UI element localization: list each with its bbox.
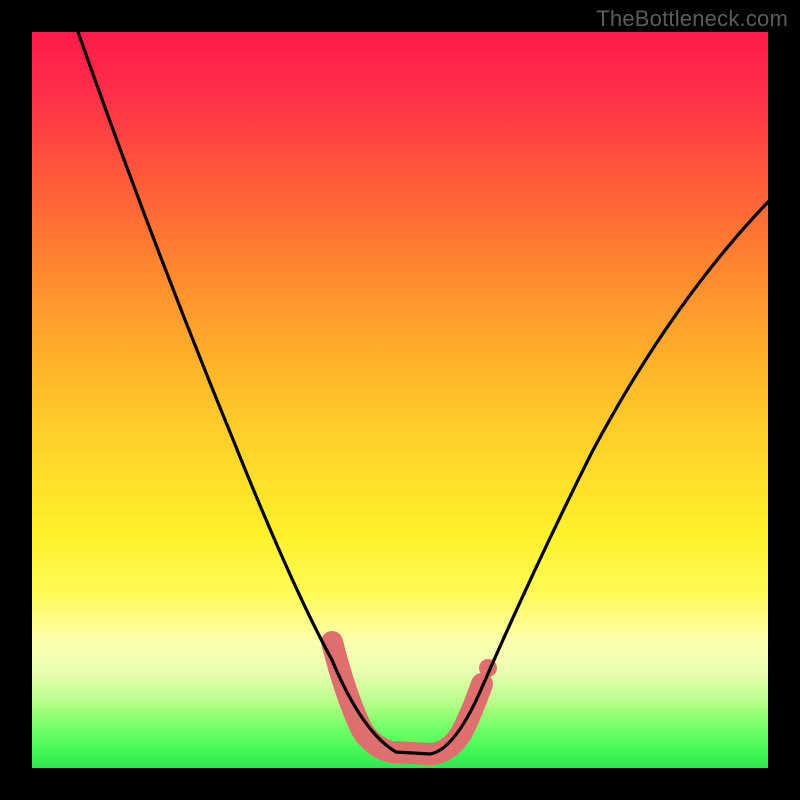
curve-layer	[32, 32, 768, 768]
watermark-text: TheBottleneck.com	[596, 6, 788, 32]
plot-area	[32, 32, 768, 768]
optimal-range-marker	[332, 642, 482, 754]
bottleneck-curve	[78, 32, 768, 754]
chart-frame: TheBottleneck.com	[0, 0, 800, 800]
